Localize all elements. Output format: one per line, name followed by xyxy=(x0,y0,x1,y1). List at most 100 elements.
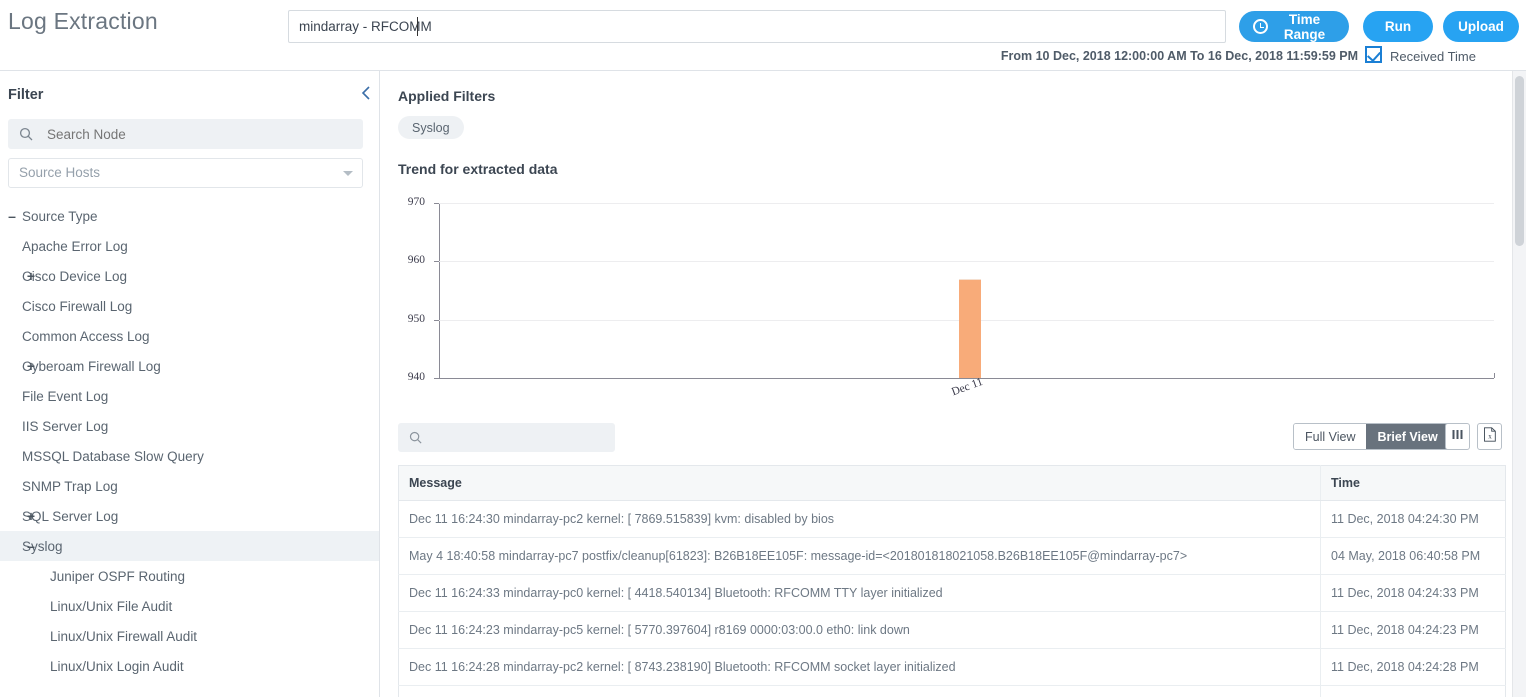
sidebar-tree-item-source-type[interactable]: – Source Type xyxy=(0,201,379,231)
chart-y-axis xyxy=(439,203,440,378)
table-search-input[interactable] xyxy=(433,424,608,451)
sidebar-tree-item-juniper-ospf-routing[interactable]: Juniper OSPF Routing xyxy=(0,561,379,591)
time-range-text: From 10 Dec, 2018 12:00:00 AM To 16 Dec,… xyxy=(1000,49,1358,63)
filter-sidebar: Filter Source Hosts –Source TypeApache E… xyxy=(0,71,380,697)
expand-icon[interactable]: + xyxy=(24,509,38,523)
table-row[interactable]: May 4 18:20:48 mindarray-pc7 rsyslogd: r… xyxy=(398,685,1506,697)
cell-message: Dec 11 16:24:30 mindarray-pc2 kernel: [ … xyxy=(398,500,1321,538)
search-query-input[interactable] xyxy=(288,10,1226,43)
sidebar-tree-item-label: Linux/Unix Firewall Audit xyxy=(50,628,198,644)
sidebar-tree-item-sql-server-log[interactable]: + SQL Server Log xyxy=(0,501,379,531)
chart-bar[interactable] xyxy=(958,278,981,378)
trend-title: Trend for extracted data xyxy=(398,161,558,177)
collapse-icon[interactable]: – xyxy=(24,539,38,553)
chart-gridline xyxy=(439,203,1494,204)
source-hosts-select[interactable]: Source Hosts xyxy=(8,158,363,188)
view-mode-toggle: Full View Brief View xyxy=(1293,423,1450,450)
chart-y-tickmark xyxy=(434,261,439,263)
cell-time: 04 May, 2018 06:40:58 PM xyxy=(1320,537,1506,575)
cell-time: 04 May, 2018 06:20:48 PM xyxy=(1320,685,1506,697)
sidebar-tree-item-linux-unix-file-audit[interactable]: Linux/Unix File Audit xyxy=(0,591,379,621)
sidebar-tree-item-cisco-firewall-log[interactable]: Cisco Firewall Log xyxy=(0,291,379,321)
expand-icon[interactable]: + xyxy=(24,359,38,373)
time-range-label: Time Range xyxy=(1283,11,1326,42)
run-button[interactable]: Run xyxy=(1363,11,1433,42)
search-node-input[interactable] xyxy=(45,120,355,148)
chart-y-tickmark xyxy=(434,319,439,321)
collapse-icon[interactable]: – xyxy=(5,209,19,223)
cell-message: May 4 18:20:48 mindarray-pc7 rsyslogd: r… xyxy=(398,685,1321,697)
chart-x-tick-label: Dec 11 xyxy=(949,375,985,399)
cell-message: Dec 11 16:24:23 mindarray-pc5 kernel: [ … xyxy=(398,611,1321,649)
sidebar-tree-item-cyberoam-firewall-log[interactable]: + Cyberoam Firewall Log xyxy=(0,351,379,381)
sidebar-tree-item-label: IIS Server Log xyxy=(22,418,109,434)
column-header-message[interactable]: Message xyxy=(398,465,1321,501)
svg-text:x: x xyxy=(1488,432,1492,440)
sidebar-tree-item-mssql-database-slow-query[interactable]: MSSQL Database Slow Query xyxy=(0,441,379,471)
chart-gridline xyxy=(439,261,1494,263)
sidebar-tree-item-file-event-log[interactable]: File Event Log xyxy=(0,381,379,411)
sidebar-tree-item-label: Linux/Unix Login Audit xyxy=(50,658,184,674)
collapse-sidebar-chevron-icon[interactable] xyxy=(358,83,374,103)
expand-icon[interactable]: + xyxy=(24,269,38,283)
export-excel-button[interactable]: x xyxy=(1477,423,1502,450)
cell-message: Dec 11 16:24:28 mindarray-pc2 kernel: [ … xyxy=(398,648,1321,686)
received-time-label: Received Time xyxy=(1390,49,1476,64)
sidebar-tree-item-apache-error-log[interactable]: Apache Error Log xyxy=(0,231,379,261)
page-title: Log Extraction xyxy=(8,8,158,34)
chart-y-tickmark xyxy=(434,203,439,204)
sidebar-tree-item-common-access-log[interactable]: Common Access Log xyxy=(0,321,379,351)
sidebar-tree-item-label: SNMP Trap Log xyxy=(22,478,118,494)
table-row[interactable]: Dec 11 16:24:23 mindarray-pc5 kernel: [ … xyxy=(398,611,1506,649)
chart-x-axis-endcap xyxy=(1494,373,1495,378)
sidebar-tree-item-label: Common Access Log xyxy=(22,328,150,344)
table-row[interactable]: May 4 18:40:58 mindarray-pc7 postfix/cle… xyxy=(398,537,1506,575)
applied-filter-chip-syslog[interactable]: Syslog xyxy=(398,116,464,139)
cell-time: 11 Dec, 2018 04:24:33 PM xyxy=(1320,574,1506,612)
sidebar-tree-item-label: Cyberoam Firewall Log xyxy=(22,358,161,374)
sidebar-tree-item-snmp-trap-log[interactable]: SNMP Trap Log xyxy=(0,471,379,501)
top-header-bar: Log Extraction Time Range Run Upload Fro… xyxy=(0,0,1526,71)
search-icon xyxy=(409,431,423,450)
sidebar-tree-item-iis-server-log[interactable]: IIS Server Log xyxy=(0,411,379,441)
cell-time: 11 Dec, 2018 04:24:23 PM xyxy=(1320,611,1506,649)
page-scrollbar-thumb[interactable] xyxy=(1515,76,1524,246)
cell-message: May 4 18:40:58 mindarray-pc7 postfix/cle… xyxy=(398,537,1321,575)
sidebar-tree-item-cisco-device-log[interactable]: + Cisco Device Log xyxy=(0,261,379,291)
table-search-field[interactable] xyxy=(398,423,615,452)
chart-y-tick-label: 940 xyxy=(407,371,425,383)
log-results-table: Message Time Dec 11 16:24:30 mindarray-p… xyxy=(398,465,1506,697)
sidebar-tree-item-label: Cisco Firewall Log xyxy=(22,298,133,314)
table-row[interactable]: Dec 11 16:24:33 mindarray-pc0 kernel: [ … xyxy=(398,574,1506,612)
chart-y-tick-label: 960 xyxy=(407,254,425,267)
sidebar-tree-item-linux-unix-login-audit[interactable]: Linux/Unix Login Audit xyxy=(0,651,379,681)
text-caret xyxy=(417,17,418,36)
sidebar-tree-item-syslog[interactable]: – Syslog xyxy=(0,531,379,561)
filter-title: Filter xyxy=(8,87,44,103)
cell-time: 11 Dec, 2018 04:24:28 PM xyxy=(1320,648,1506,686)
main-content: Applied Filters Syslog Trend for extract… xyxy=(381,71,1520,697)
columns-icon xyxy=(1451,428,1464,446)
chart-y-tick-label: 950 xyxy=(407,312,425,325)
full-view-button[interactable]: Full View xyxy=(1294,424,1367,449)
brief-view-button[interactable]: Brief View xyxy=(1366,424,1449,449)
time-range-button[interactable]: Time Range xyxy=(1239,11,1349,42)
sidebar-tree-item-linux-unix-firewall-audit[interactable]: Linux/Unix Firewall Audit xyxy=(0,621,379,651)
excel-export-icon: x xyxy=(1483,426,1497,447)
table-row[interactable]: Dec 11 16:24:30 mindarray-pc2 kernel: [ … xyxy=(398,500,1506,538)
columns-button[interactable] xyxy=(1445,423,1470,450)
chevron-down-icon xyxy=(343,171,353,176)
table-row[interactable]: Dec 11 16:24:28 mindarray-pc2 kernel: [ … xyxy=(398,648,1506,686)
applied-filters-title: Applied Filters xyxy=(398,88,496,104)
received-time-checkbox[interactable] xyxy=(1365,46,1382,63)
chart-y-tick-label: 970 xyxy=(407,196,425,208)
cell-time: 11 Dec, 2018 04:24:30 PM xyxy=(1320,500,1506,538)
run-label: Run xyxy=(1384,19,1412,34)
source-type-tree: – Source Type Apache Error Log + Cisco Devic… xyxy=(0,201,379,681)
clock-icon xyxy=(1253,19,1268,34)
search-icon xyxy=(19,127,34,147)
search-node-field[interactable] xyxy=(8,119,363,149)
chart-x-axis xyxy=(439,378,1494,379)
column-header-time[interactable]: Time xyxy=(1320,465,1506,501)
upload-button[interactable]: Upload xyxy=(1443,11,1519,42)
